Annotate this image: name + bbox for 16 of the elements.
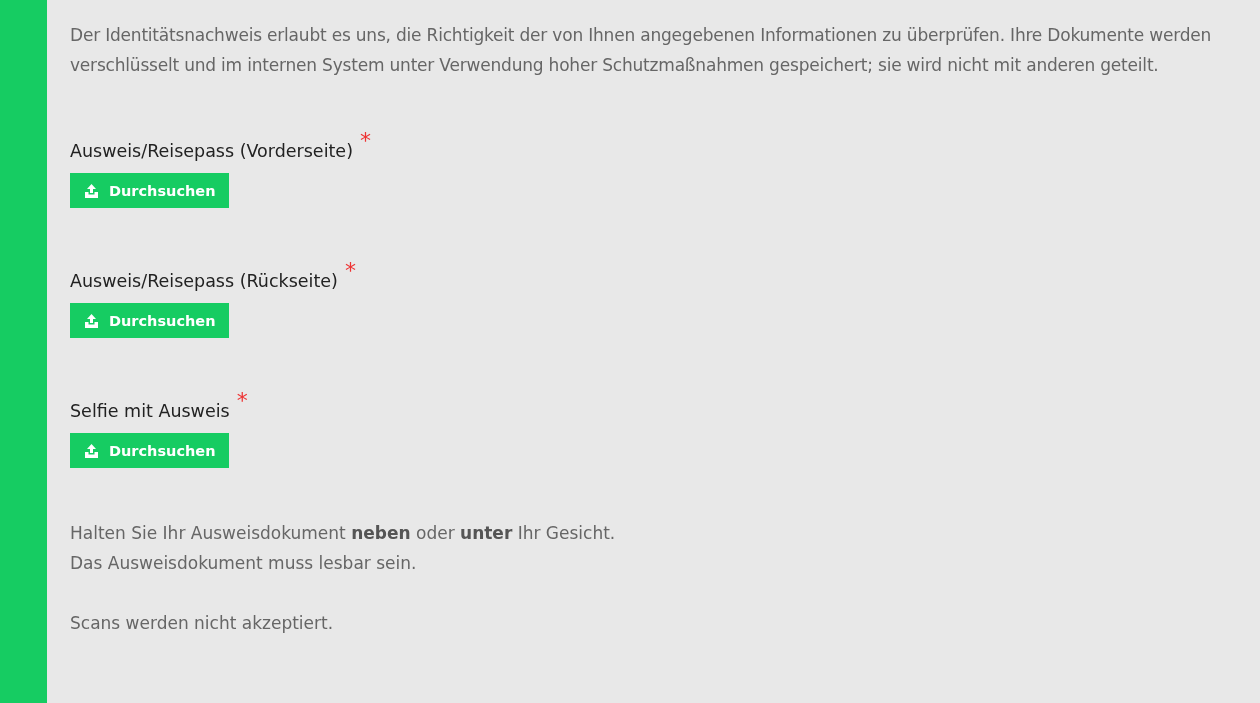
browse-button[interactable]: Durchsuchen <box>70 173 229 208</box>
intro-paragraph: Der Identitätsnachweis erlaubt es uns, die Richtigkeit der von Ihnen angegebenen Informationen zu überprüfen. Ihre Dokumente werden verschlüsselt und im internen System unter Verwendung hoher Schutzmaßnahmen gespeichert; sie wird nicht mit anderen geteilt. <box>70 24 1213 77</box>
instruction-text: Das Ausweisdokument muss lesbar sein. <box>70 552 418 575</box>
required-asterisk: * <box>344 260 356 282</box>
upload-icon <box>84 183 99 198</box>
upload-icon <box>84 443 99 458</box>
field-label: Ausweis/Reisepass (Rückseite) <box>70 270 338 293</box>
field-label: Ausweis/Reisepass (Vorderseite) <box>70 140 353 163</box>
required-asterisk: * <box>236 390 248 412</box>
browse-button[interactable]: Durchsuchen <box>70 303 229 338</box>
instruction-text: Scans werden nicht akzeptiert. <box>70 612 335 635</box>
field-label: Selfie mit Ausweis <box>70 400 230 423</box>
instruction-text: Halten Sie Ihr Ausweisdokument neben oder unter Ihr Gesicht. <box>70 522 617 545</box>
browse-button[interactable]: Durchsuchen <box>70 433 229 468</box>
required-asterisk: * <box>359 130 371 152</box>
upload-icon <box>84 313 99 328</box>
